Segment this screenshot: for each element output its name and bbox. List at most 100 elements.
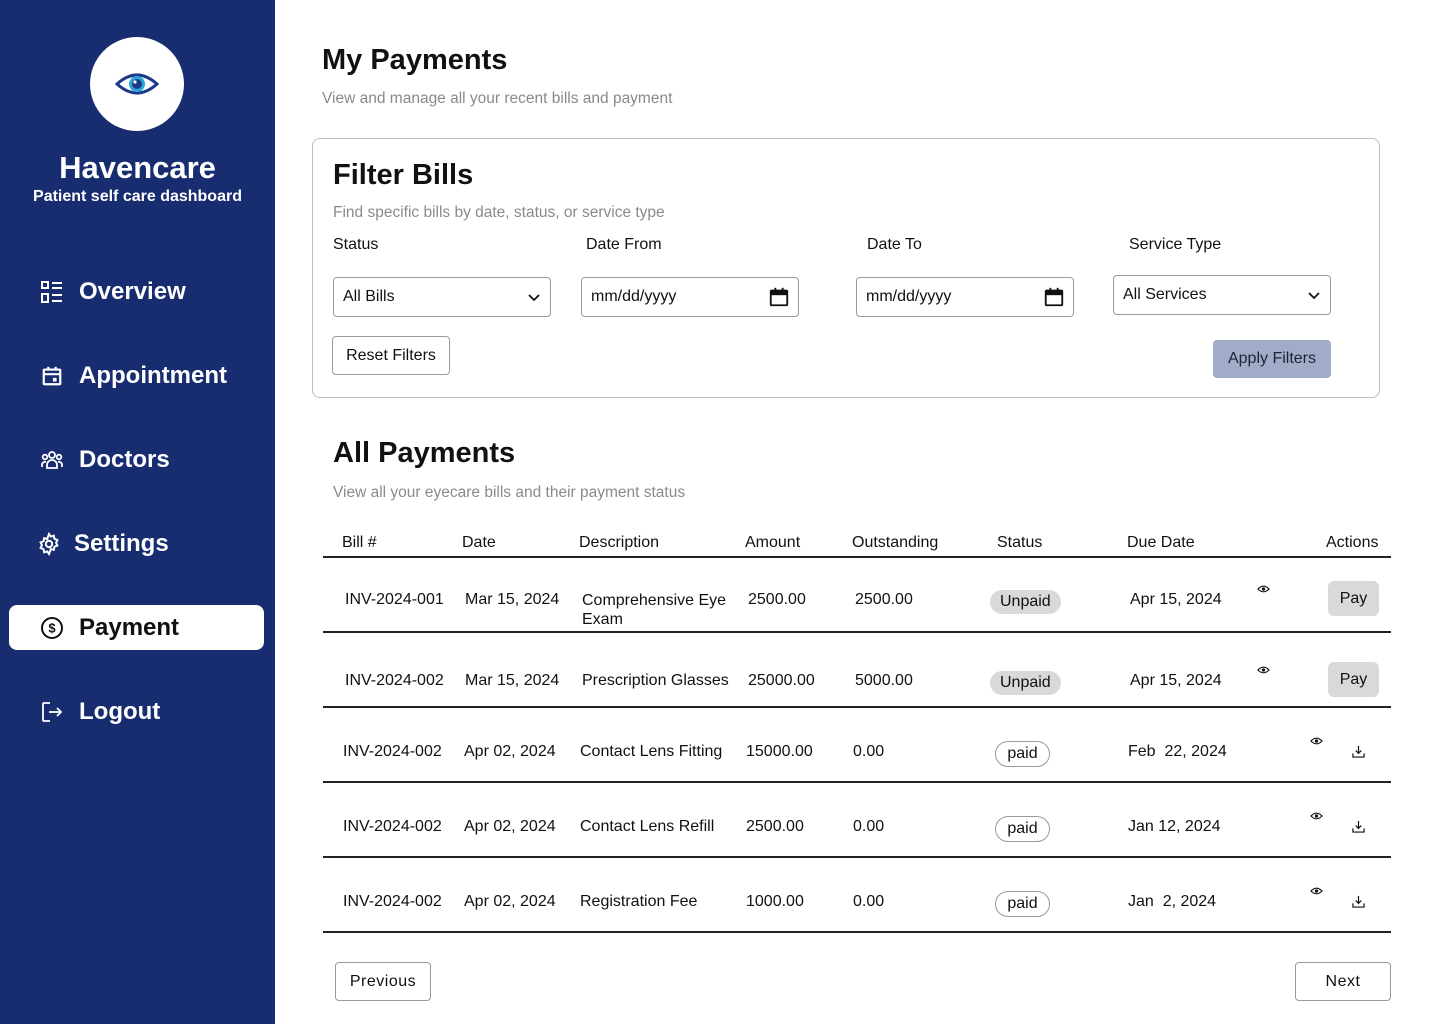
sidebar-item-doctors[interactable]: Doctors — [9, 437, 264, 482]
service-type-value: All Services — [1123, 286, 1207, 303]
sidebar-item-overview[interactable]: Overview — [9, 269, 264, 314]
bill-amount: 2500.00 — [748, 591, 806, 608]
filter-card: Filter Bills Find specific bills by date… — [312, 138, 1380, 398]
date-to-label: Date To — [867, 236, 922, 253]
page-title: My Payments — [322, 44, 508, 76]
bill-amount: 2500.00 — [746, 818, 804, 835]
logout-icon — [39, 699, 65, 725]
bill-description: Registration Fee — [580, 893, 698, 910]
status-badge: paid — [995, 891, 1050, 917]
column-header-date: Date — [462, 534, 496, 551]
sidebar-item-label: Settings — [74, 529, 169, 557]
calendar-icon — [39, 363, 65, 389]
dollar-circle-icon: $ — [39, 615, 65, 641]
sidebar-item-logout[interactable]: Logout — [9, 689, 264, 734]
logo — [90, 37, 184, 131]
chevron-down-icon — [1308, 292, 1320, 300]
column-header-due-date: Due Date — [1127, 534, 1195, 551]
bill-due-date: Jan 12, 2024 — [1128, 818, 1221, 835]
eye-icon[interactable] — [1309, 884, 1323, 898]
service-type-label: Service Type — [1129, 236, 1222, 253]
status-badge: paid — [995, 816, 1050, 842]
column-header-actions: Actions — [1326, 534, 1379, 551]
calendar-icon — [1044, 287, 1064, 307]
filter-title: Filter Bills — [333, 159, 474, 191]
eye-logo-icon — [115, 73, 159, 95]
table-divider — [323, 856, 1391, 858]
date-from-input[interactable]: mm/dd/yyyy — [581, 277, 799, 317]
page-subtitle: View and manage all your recent bills an… — [322, 90, 673, 107]
bill-description: Contact Lens Fitting — [580, 743, 723, 760]
date-from-value: mm/dd/yyyy — [591, 288, 677, 305]
pay-button[interactable]: Pay — [1328, 662, 1379, 697]
date-from-label: Date From — [586, 236, 662, 253]
service-type-select[interactable]: All Services — [1113, 275, 1331, 315]
table-divider — [323, 631, 1391, 633]
reset-filters-button[interactable]: Reset Filters — [332, 336, 450, 375]
column-header-status: Status — [997, 534, 1043, 551]
bill-description: Prescription Glasses — [582, 672, 729, 689]
status-badge: paid — [995, 741, 1050, 767]
date-to-value: mm/dd/yyyy — [866, 288, 952, 305]
eye-icon[interactable] — [1309, 734, 1323, 748]
bill-due-date: Apr 15, 2024 — [1130, 672, 1222, 689]
bill-outstanding: 5000.00 — [855, 672, 913, 689]
next-button[interactable]: Next — [1295, 962, 1391, 1001]
previous-button[interactable]: Previous — [335, 962, 431, 1001]
bill-description: Contact Lens Refill — [580, 818, 715, 835]
sidebar-item-settings[interactable]: Settings — [9, 521, 264, 566]
table-divider — [323, 781, 1391, 783]
users-group-icon — [39, 447, 65, 473]
column-header-outstanding: Outstanding — [852, 534, 939, 551]
calendar-icon — [769, 287, 789, 307]
sidebar-item-label: Payment — [79, 613, 180, 641]
bill-date: Mar 15, 2024 — [465, 591, 560, 608]
brand-name: Havencare — [59, 150, 216, 185]
svg-text:$: $ — [48, 620, 56, 635]
sidebar-item-payment[interactable]: $ Payment — [9, 605, 264, 650]
bill-date: Apr 02, 2024 — [464, 893, 556, 910]
chevron-down-icon — [528, 294, 540, 302]
bill-outstanding: 0.00 — [853, 893, 885, 910]
eye-icon[interactable] — [1256, 582, 1270, 596]
bill-number: INV-2024-002 — [345, 672, 444, 689]
sidebar-item-appointment[interactable]: Appointment — [9, 353, 264, 398]
sidebar-item-label: Appointment — [79, 361, 227, 389]
bill-date: Mar 15, 2024 — [465, 672, 560, 689]
download-icon[interactable] — [1351, 819, 1365, 833]
bill-number: INV-2024-002 — [343, 743, 442, 760]
status-badge: Unpaid — [990, 671, 1061, 695]
bill-outstanding: 0.00 — [853, 818, 885, 835]
bill-due-date: Apr 15, 2024 — [1130, 591, 1222, 608]
bill-amount: 25000.00 — [748, 672, 815, 689]
payments-title: All Payments — [333, 437, 516, 469]
bill-outstanding: 0.00 — [853, 743, 885, 760]
column-header-description: Description — [579, 534, 660, 551]
table-divider — [323, 556, 1391, 558]
sidebar-item-label: Logout — [79, 697, 161, 725]
status-label: Status — [333, 236, 379, 253]
bill-number: INV-2024-002 — [343, 893, 442, 910]
eye-icon[interactable] — [1309, 809, 1323, 823]
download-icon[interactable] — [1351, 894, 1365, 908]
list-grid-icon — [39, 279, 65, 305]
bill-amount: 15000.00 — [746, 743, 813, 760]
bill-date: Apr 02, 2024 — [464, 743, 556, 760]
sidebar-item-label: Doctors — [79, 445, 170, 473]
bill-due-date: Jan 2, 2024 — [1128, 893, 1217, 910]
download-icon[interactable] — [1351, 744, 1365, 758]
table-divider — [323, 706, 1391, 708]
status-badge: Unpaid — [990, 590, 1061, 614]
date-to-input[interactable]: mm/dd/yyyy — [856, 277, 1074, 317]
bill-number: INV-2024-002 — [343, 818, 442, 835]
sidebar: Havencare Patient self care dashboard Ov… — [0, 0, 275, 1024]
bill-amount: 1000.00 — [746, 893, 804, 910]
pay-button[interactable]: Pay — [1328, 581, 1379, 616]
bill-number: INV-2024-001 — [345, 591, 444, 608]
apply-filters-button[interactable]: Apply Filters — [1213, 340, 1331, 378]
eye-icon[interactable] — [1256, 663, 1270, 677]
table-divider — [323, 931, 1391, 933]
brand-subtitle: Patient self care dashboard — [33, 188, 242, 205]
status-select[interactable]: All Bills — [333, 277, 551, 317]
payments-subtitle: View all your eyecare bills and their pa… — [333, 484, 686, 501]
